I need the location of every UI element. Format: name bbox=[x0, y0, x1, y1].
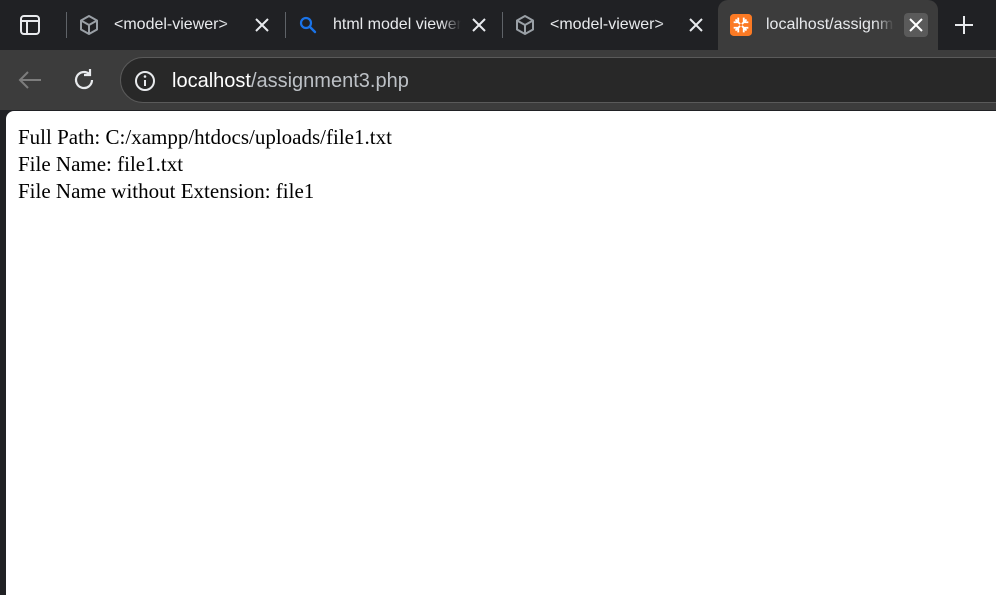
cube-icon bbox=[514, 14, 536, 36]
tab-title: localhost/assignment3.php bbox=[766, 16, 894, 33]
browser-toolbar: localhost/assignment3.php bbox=[0, 50, 996, 110]
reload-button[interactable] bbox=[66, 62, 102, 98]
url-text[interactable]: localhost/assignment3.php bbox=[172, 70, 409, 93]
site-info-icon[interactable] bbox=[133, 69, 157, 93]
tab-search[interactable]: html model viewer bbox=[285, 0, 501, 50]
tab-model-viewer-1[interactable]: <model-viewer> bbox=[66, 0, 284, 50]
output-text: Full Path: C:/xampp/htdocs/uploads/file1… bbox=[18, 124, 392, 205]
tab-title: <model-viewer> bbox=[550, 16, 664, 33]
close-icon bbox=[472, 18, 486, 32]
tab-title: <model-viewer> bbox=[114, 16, 228, 33]
tab-close-button[interactable] bbox=[904, 13, 928, 37]
file-name-line: File Name: file1.txt bbox=[18, 152, 184, 176]
back-arrow-icon bbox=[18, 71, 41, 89]
full-path-line: Full Path: C:/xampp/htdocs/uploads/file1… bbox=[18, 125, 392, 149]
reload-icon bbox=[74, 69, 94, 90]
search-icon bbox=[297, 14, 319, 36]
url-path: /assignment3.php bbox=[250, 70, 409, 92]
tab-close-button[interactable] bbox=[684, 13, 708, 37]
close-icon bbox=[255, 18, 269, 32]
file-name-without-extension-line: File Name without Extension: file1 bbox=[18, 179, 315, 203]
tab-close-button[interactable] bbox=[250, 13, 274, 37]
tab-strip: <model-viewer> html model viewer <model-… bbox=[0, 0, 996, 50]
back-button[interactable] bbox=[12, 62, 48, 98]
tab-localhost[interactable]: localhost/assignment3.php bbox=[718, 0, 938, 50]
new-tab-button[interactable] bbox=[944, 8, 984, 42]
tab-actions-icon bbox=[20, 15, 40, 35]
page-content: Full Path: C:/xampp/htdocs/uploads/file1… bbox=[6, 111, 996, 595]
tab-model-viewer-2[interactable]: <model-viewer> bbox=[502, 0, 718, 50]
tab-close-button[interactable] bbox=[467, 13, 491, 37]
url-host: localhost bbox=[172, 70, 251, 92]
tab-actions-button[interactable] bbox=[8, 6, 52, 44]
xampp-icon bbox=[730, 14, 752, 36]
tab-title: html model viewer bbox=[333, 16, 461, 33]
close-icon bbox=[689, 18, 703, 32]
address-bar[interactable]: localhost/assignment3.php bbox=[120, 57, 996, 103]
cube-icon bbox=[78, 14, 100, 36]
close-icon bbox=[909, 18, 923, 32]
plus-icon bbox=[955, 16, 973, 34]
